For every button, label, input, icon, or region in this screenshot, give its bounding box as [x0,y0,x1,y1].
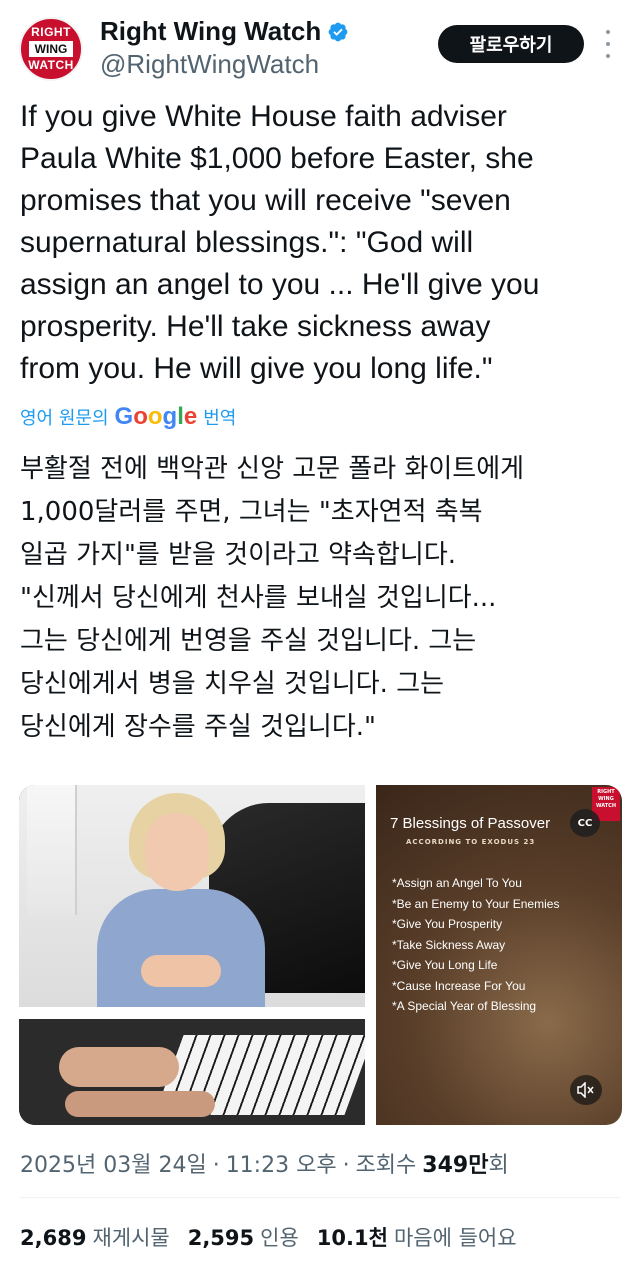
more-vertical-icon[interactable] [600,30,616,58]
verified-badge-icon [328,22,348,41]
tweet-meta: 2025년 03월 24일 · 11:23 오후 · 조회수 349만 회 [20,1147,509,1179]
likes-label[interactable]: 마음에 들어요 [394,1222,517,1252]
video-title: 7 Blessings of Passover [390,815,551,832]
google-logo: Google [114,403,198,430]
list-item: *Give You Prosperity [392,917,503,931]
avatar-text-2: WING [28,41,74,57]
translate-suffix: 번역 [203,408,237,429]
author-name-row: Right Wing Watch [100,16,349,47]
meta-separator: · [342,1153,350,1178]
translate-prefix: 영어 원문의 [20,408,109,429]
muted-speaker-icon[interactable] [570,1075,602,1105]
video-thumbnail-left[interactable] [19,785,365,1125]
speaker-body [97,889,265,1007]
list-item: *Cause Increase For You [392,978,526,993]
speaker-hands [141,955,221,987]
divider [20,1197,620,1198]
tweet-time[interactable]: 11:23 오후 [226,1147,337,1179]
follow-button[interactable]: 팔로우하기 [438,25,584,63]
reposts-count[interactable]: 2,689 [20,1226,86,1250]
avatar-text-3: WATCH [28,58,74,72]
author-display-name[interactable]: Right Wing Watch [100,16,321,47]
speaker-face [145,813,209,891]
views-suffix: 회 [488,1153,509,1178]
media-grid: RIGHT WING WATCH CC 7 Blessings of Passo… [19,785,622,1125]
views-label: 조회수 [355,1153,417,1178]
meta-separator: · [212,1153,220,1178]
video-subtitle: ACCORDING TO EXODUS 23 [406,838,536,846]
media-divider [19,1007,365,1019]
hand-shape-2 [65,1091,215,1117]
list-item: *Take Sickness Away [392,937,506,952]
translation-attribution[interactable]: 영어 원문의 Google 번역 [20,403,236,431]
closed-captions-icon[interactable]: CC [570,809,600,837]
avatar-text-1: RIGHT [31,25,71,39]
speaker-scene [19,785,365,1007]
list-item: *Assign an Angel To You [392,876,522,890]
lamp-shape [27,785,77,915]
views-count: 349만 [422,1153,489,1178]
likes-count[interactable]: 10.1천 [317,1222,388,1252]
quotes-count[interactable]: 2,595 [188,1226,254,1250]
hand-shape-1 [59,1047,179,1087]
tweet-date[interactable]: 2025년 03월 24일 [20,1147,207,1179]
list-item: *A Special Year of Blessing [392,999,537,1013]
speaker-glyph-icon [577,1082,594,1098]
translated-text: 부활절 전에 백악관 신앙 고문 폴라 화이트에게 1,000달러를 주면, 그… [20,454,525,742]
video-thumbnail-right[interactable]: RIGHT WING WATCH CC 7 Blessings of Passo… [376,785,622,1125]
reposts-label[interactable]: 재게시물 [92,1222,169,1252]
tweet-text: If you give White House faith adviser Pa… [20,100,540,385]
quotes-label[interactable]: 인용 [260,1222,299,1252]
blessings-list: *Assign an Angel To You *Be an Enemy to … [392,873,559,1017]
author-handle[interactable]: @RightWingWatch [100,49,319,80]
list-item: *Be an Enemy to Your Enemies [392,896,560,911]
engagement-stats: 2,689 재게시물 2,595 인용 10.1천 마음에 들어요 [20,1222,535,1252]
tweet-header: RIGHT WING WATCH Right Wing Watch @Right… [0,0,640,90]
list-item: *Give You Long Life [392,958,498,972]
avatar[interactable]: RIGHT WING WATCH [19,17,83,81]
